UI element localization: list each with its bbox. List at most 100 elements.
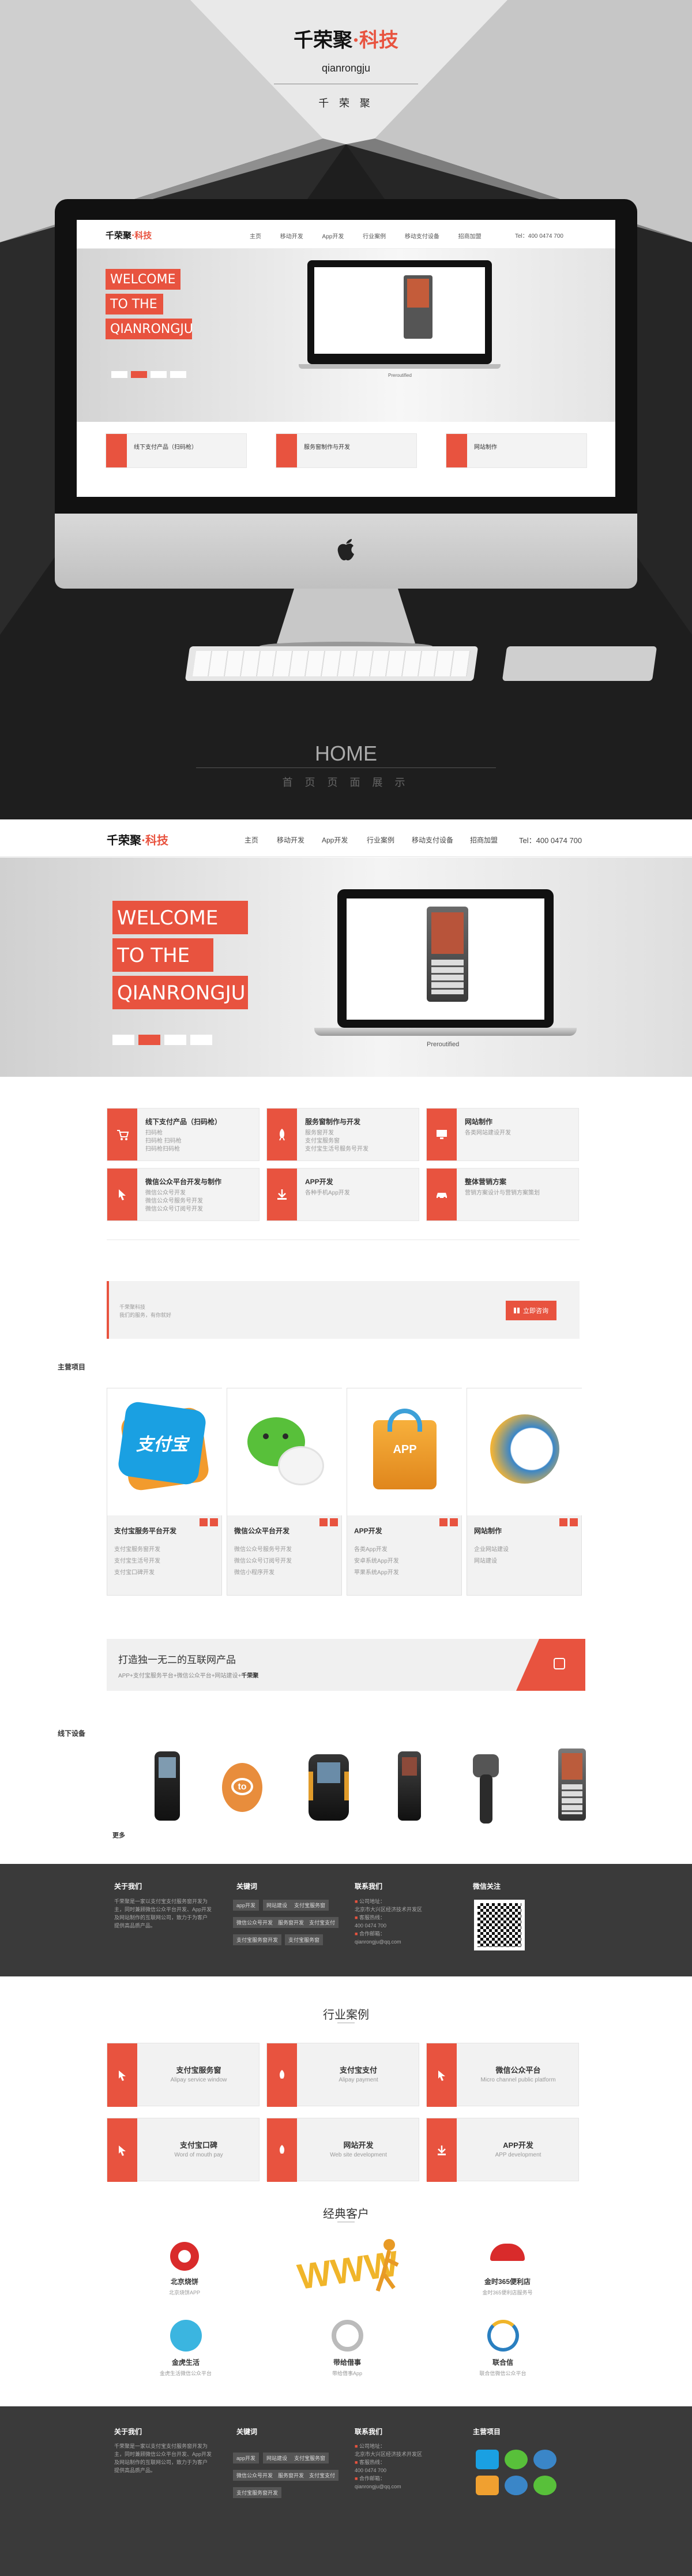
home-sub-label: 首 页 页 面 展 示: [282, 777, 410, 788]
keyword-tag[interactable]: 支付宝支付: [306, 2470, 339, 2481]
project-title: 支付宝服务平台开发: [114, 1527, 177, 1535]
banner-dot-3[interactable]: [164, 1035, 186, 1045]
edit-icon[interactable]: [319, 1518, 328, 1526]
client-item[interactable]: 北京烧饼 北京烧饼APP: [127, 2277, 242, 2296]
case-card[interactable]: APP开发 APP development: [426, 2118, 579, 2182]
project-line: 微信公众号服务号开发: [234, 1547, 292, 1553]
project-line: 各类App开发: [354, 1547, 388, 1553]
keyword-tag[interactable]: 服务窗开发: [274, 1917, 308, 1928]
keyword-tag[interactable]: 服务窗开发: [274, 2470, 308, 2481]
service-card[interactable]: 服务窗制作与开发 服务窗开发 支付宝服务窗 支付宝生活号服务号开发: [266, 1108, 419, 1161]
keyword-tag[interactable]: 支付宝服务窗: [291, 2453, 329, 2463]
app-store-icon[interactable]: [476, 2476, 499, 2495]
barcode-gun-icon[interactable]: [473, 1754, 499, 1824]
nav-app-dev[interactable]: App开发: [322, 835, 348, 845]
nav-home[interactable]: 主页: [245, 835, 258, 845]
rocket-icon: [267, 1109, 297, 1160]
mini-dot-4[interactable]: [170, 371, 186, 378]
pointer-icon: [427, 2043, 457, 2107]
rugged-handheld-icon[interactable]: [309, 1754, 349, 1821]
case-card[interactable]: 微信公众平台 Micro channel public platform: [426, 2043, 579, 2107]
pos-device-icon[interactable]: [155, 1751, 180, 1821]
footer-keywords-title: 关键词: [236, 1882, 258, 1890]
wechat-icon[interactable]: [533, 2476, 556, 2495]
project-title: 微信公众平台开发: [234, 1527, 290, 1535]
edit-icon[interactable]: [200, 1518, 208, 1526]
nav-cases[interactable]: 行业案例: [367, 835, 394, 845]
banner-dot-4[interactable]: [190, 1035, 212, 1045]
project-card[interactable]: APP APP开发 各类App开发 安卓系统App开发 苹果系统App开发: [347, 1388, 462, 1596]
keyword-tag[interactable]: 支付宝服务窗: [285, 1934, 324, 1945]
service-card[interactable]: 微信公众平台开发与制作 微信公众号开发 微信公众号服务号开发 微信公众号订阅号开发: [107, 1168, 260, 1221]
alipay-icon[interactable]: [476, 2450, 499, 2469]
mini-card-3: 网站制作: [446, 433, 587, 468]
barcode-terminal-icon[interactable]: [398, 1751, 421, 1821]
banner-line-2: TO THE: [112, 938, 213, 972]
project-line: 企业网站建设: [474, 1547, 509, 1553]
web-icon[interactable]: [505, 2476, 528, 2495]
keyword-tag[interactable]: app开发: [233, 2453, 260, 2463]
project-card[interactable]: 微信公众平台开发 微信公众号服务号开发 微信公众号订阅号开发 微信小程序开发: [227, 1388, 343, 1596]
project-card[interactable]: 支付宝 支付宝服务平台开发 支付宝服务窗开发 支付宝生活号开发 支付宝口碑开发: [107, 1388, 223, 1596]
wechat-icon[interactable]: [505, 2450, 528, 2469]
project-line: 苹果系统App开发: [354, 1570, 399, 1576]
client-item[interactable]: 金时365便利店 金时365便利店服务号: [450, 2277, 565, 2296]
mini-dot-2[interactable]: [131, 371, 147, 378]
keyword-tag[interactable]: app开发: [233, 1900, 260, 1911]
service-desc: 各种手机App开发: [305, 1190, 350, 1196]
share-icon[interactable]: [330, 1518, 338, 1526]
edit-icon[interactable]: [439, 1518, 447, 1526]
banner-laptop: [337, 889, 554, 1028]
banner-laptop-base: [314, 1028, 577, 1036]
scanner-puck-icon[interactable]: to: [222, 1763, 262, 1812]
keyword-tag[interactable]: 支付宝支付: [306, 1917, 339, 1928]
keyword-tag[interactable]: 微信公众号开发: [233, 1917, 277, 1928]
case-card[interactable]: 支付宝支付 Alipay payment: [266, 2043, 419, 2107]
keyword-tag[interactable]: 支付宝服务窗开发: [233, 2487, 282, 2498]
devices-more-link[interactable]: 更多: [112, 1830, 125, 1840]
slogan-sub: APP+支付宝服务平台+微信公众平台+网站建设+千荣聚: [118, 1673, 259, 1679]
keyword-tag[interactable]: 网站建设: [263, 1900, 291, 1911]
client-item[interactable]: 联合信 联合信微信公众平台: [445, 2357, 561, 2377]
card-terminal-icon[interactable]: [558, 1748, 586, 1821]
home-divider: [196, 767, 496, 768]
service-card[interactable]: 线下支付产品（扫码枪） 扫码枪 扫码枪 扫码枪 扫码枪扫码枪: [107, 1108, 260, 1161]
nav-franchise[interactable]: 招商加盟: [470, 835, 498, 845]
mini-dot-1[interactable]: [111, 371, 127, 378]
case-card[interactable]: 支付宝服务窗 Alipay service window: [107, 2043, 260, 2107]
project-card[interactable]: 网站制作 企业网站建设 网站建设: [467, 1388, 582, 1596]
share-icon[interactable]: [450, 1518, 458, 1526]
service-desc: 各类网站建设开发: [465, 1130, 511, 1136]
case-sub: APP development: [495, 2152, 541, 2158]
banner-dot-2[interactable]: [138, 1035, 160, 1045]
share-icon[interactable]: [210, 1518, 218, 1526]
devices-label: 线下设备: [58, 1729, 86, 1738]
edit-icon[interactable]: [559, 1518, 567, 1526]
footer-about-title: 关于我们: [114, 1882, 142, 1890]
share-icon[interactable]: [570, 1518, 578, 1526]
notice-strip: 千荣聚科技 我们的服务，有你就好 立即咨询: [107, 1281, 580, 1339]
hero-brand-accent: ·科技: [352, 29, 398, 52]
project-line: 支付宝生活号开发: [114, 1558, 160, 1564]
mini-dot-3[interactable]: [151, 371, 167, 378]
nav-mobile-dev[interactable]: 移动开发: [277, 835, 304, 845]
service-card[interactable]: 整体营销方案 营销方案设计与营销方案策划: [426, 1168, 579, 1221]
case-card[interactable]: 支付宝口碑 Word of mouth pay: [107, 2118, 260, 2182]
case-card[interactable]: 网站开发 Web site development: [266, 2118, 419, 2182]
globe-icon[interactable]: [533, 2450, 556, 2469]
nav-payment-devices[interactable]: 移动支付设备: [412, 835, 453, 845]
keyword-tag[interactable]: 微信公众号开发: [233, 2470, 277, 2481]
service-title: 整体营销方案: [465, 1178, 507, 1186]
keyword-tag[interactable]: 支付宝服务窗开发: [233, 1934, 282, 1945]
client-item[interactable]: 金虎生活 金虎生活微信公众平台: [128, 2357, 243, 2377]
service-desc: 微信公众号开发 微信公众号服务号开发 微信公众号订阅号开发: [145, 1190, 203, 1212]
banner-dot-1[interactable]: [112, 1035, 134, 1045]
keyword-tag[interactable]: 网站建设: [263, 2453, 291, 2463]
service-card[interactable]: 网站制作 各类网站建设开发: [426, 1108, 579, 1161]
alipay-icon: 支付宝: [107, 1388, 223, 1515]
keyword-tag[interactable]: 支付宝服务窗: [291, 1900, 329, 1911]
service-card[interactable]: APP开发 各种手机App开发: [266, 1168, 419, 1221]
consult-button[interactable]: 立即咨询: [506, 1301, 556, 1320]
site-logo[interactable]: 千荣聚·科技: [107, 831, 168, 848]
client-item[interactable]: 带给借事 带给借事App: [289, 2357, 405, 2377]
